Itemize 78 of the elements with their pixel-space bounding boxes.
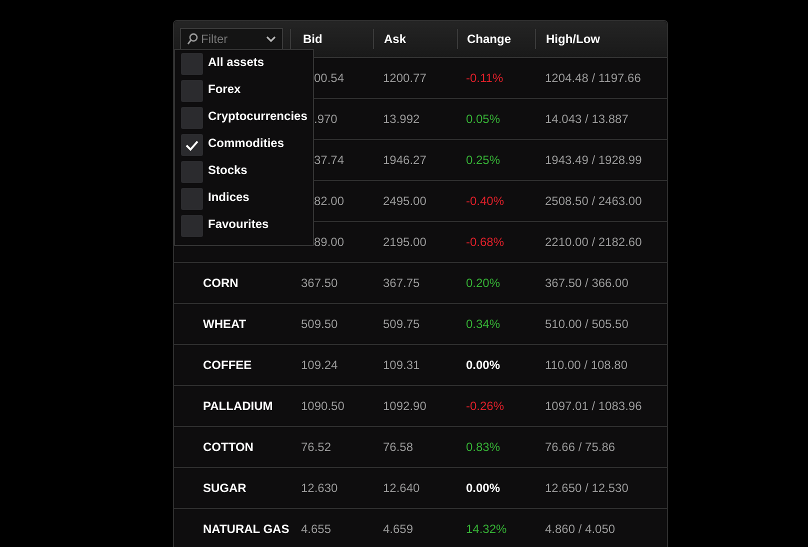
- column-header[interactable]: Bid: [303, 32, 322, 46]
- high-low-range: 2210.00 / 2182.60: [545, 235, 642, 249]
- high-low-range: 1097.01 / 1083.96: [545, 399, 642, 413]
- ask-price: 367.75: [383, 276, 420, 290]
- column-header[interactable]: High/Low: [546, 32, 600, 46]
- change-percent: 0.00%: [466, 358, 500, 372]
- ask-price: 2195.00: [383, 235, 426, 249]
- filter-option[interactable]: Commodities: [208, 134, 284, 150]
- bid-price: 1090.50: [301, 399, 344, 413]
- high-low-range: 4.860 / 4.050: [545, 522, 616, 536]
- change-percent: -0.26%: [466, 399, 504, 413]
- asset-name: NATURAL GAS: [203, 522, 290, 536]
- bid-price: 109.24: [301, 358, 338, 372]
- change-percent: 0.25%: [466, 153, 500, 167]
- ask-price: 1946.27: [383, 153, 426, 167]
- ask-price: 109.31: [383, 358, 420, 372]
- filter-option[interactable]: Favourites: [208, 215, 269, 231]
- checkbox[interactable]: [181, 215, 203, 237]
- column-header[interactable]: Ask: [384, 32, 406, 46]
- checkmark-icon: [185, 140, 199, 150]
- change-percent: 14.32%: [466, 522, 507, 536]
- bid-price: 4.655: [301, 522, 332, 536]
- checkbox[interactable]: [181, 134, 203, 156]
- high-low-range: 510.00 / 505.50: [545, 317, 628, 331]
- bid-price: 37.74: [314, 153, 344, 167]
- filter-option[interactable]: Forex: [208, 80, 241, 96]
- asset-name: WHEAT: [203, 317, 246, 331]
- high-low-range: 1204.48 / 1197.66: [545, 71, 641, 85]
- high-low-range: 14.043 / 13.887: [545, 112, 628, 126]
- search-icon: [187, 33, 198, 45]
- ask-price: 1092.90: [383, 399, 426, 413]
- caret-icon: [266, 36, 276, 42]
- high-low-range: 12.650 / 12.530: [545, 481, 628, 495]
- column-header[interactable]: Change: [467, 32, 512, 46]
- filter-option[interactable]: Cryptocurrencies: [208, 107, 308, 123]
- bid-price: 367.50: [301, 276, 338, 290]
- ask-price: 2495.00: [383, 194, 426, 208]
- filter-dropdown[interactable]: Filter: [180, 28, 283, 50]
- bid-price: 82.00: [314, 194, 344, 208]
- high-low-range: 367.50 / 366.00: [545, 276, 628, 290]
- filter-option[interactable]: Stocks: [208, 161, 248, 177]
- checkbox[interactable]: [181, 53, 203, 75]
- change-percent: -0.40%: [466, 194, 504, 208]
- high-low-range: 2508.50 / 2463.00: [545, 194, 642, 208]
- asset-name: COFFEE: [203, 358, 252, 372]
- checkbox[interactable]: [181, 107, 203, 129]
- ask-price: 12.640: [383, 481, 420, 495]
- bid-price: 76.52: [301, 440, 332, 454]
- change-percent: -0.11%: [466, 71, 504, 85]
- bid-price: .970: [314, 112, 338, 126]
- filter-option[interactable]: All assets: [208, 53, 264, 69]
- change-percent: -0.68%: [466, 235, 504, 249]
- ask-price: 4.659: [383, 522, 414, 536]
- filter-input[interactable]: Filter: [201, 32, 261, 46]
- asset-name: SUGAR: [203, 481, 246, 495]
- high-low-range: 76.66 / 75.86: [545, 440, 616, 454]
- checkbox[interactable]: [181, 188, 203, 210]
- checkbox[interactable]: [181, 161, 203, 183]
- asset-name: PALLADIUM: [203, 399, 273, 413]
- bid-price: 509.50: [301, 317, 338, 331]
- change-percent: 0.20%: [466, 276, 500, 290]
- checkbox[interactable]: [181, 80, 203, 102]
- ask-price: 76.58: [383, 440, 414, 454]
- high-low-range: 110.00 / 108.80: [545, 358, 628, 372]
- change-percent: 0.34%: [466, 317, 500, 331]
- ask-price: 509.75: [383, 317, 420, 331]
- high-low-range: 1943.49 / 1928.99: [545, 153, 642, 167]
- filter-option[interactable]: Indices: [208, 188, 250, 204]
- asset-name: CORN: [203, 276, 238, 290]
- asset-name: COTTON: [203, 440, 254, 454]
- bid-price: 12.630: [301, 481, 338, 495]
- bid-price: 00.54: [314, 71, 344, 85]
- change-percent: 0.83%: [466, 440, 500, 454]
- change-percent: 0.05%: [466, 112, 500, 126]
- bid-price: 89.00: [314, 235, 344, 249]
- ask-price: 13.992: [383, 112, 420, 126]
- ask-price: 1200.77: [383, 71, 426, 85]
- change-percent: 0.00%: [466, 481, 500, 495]
